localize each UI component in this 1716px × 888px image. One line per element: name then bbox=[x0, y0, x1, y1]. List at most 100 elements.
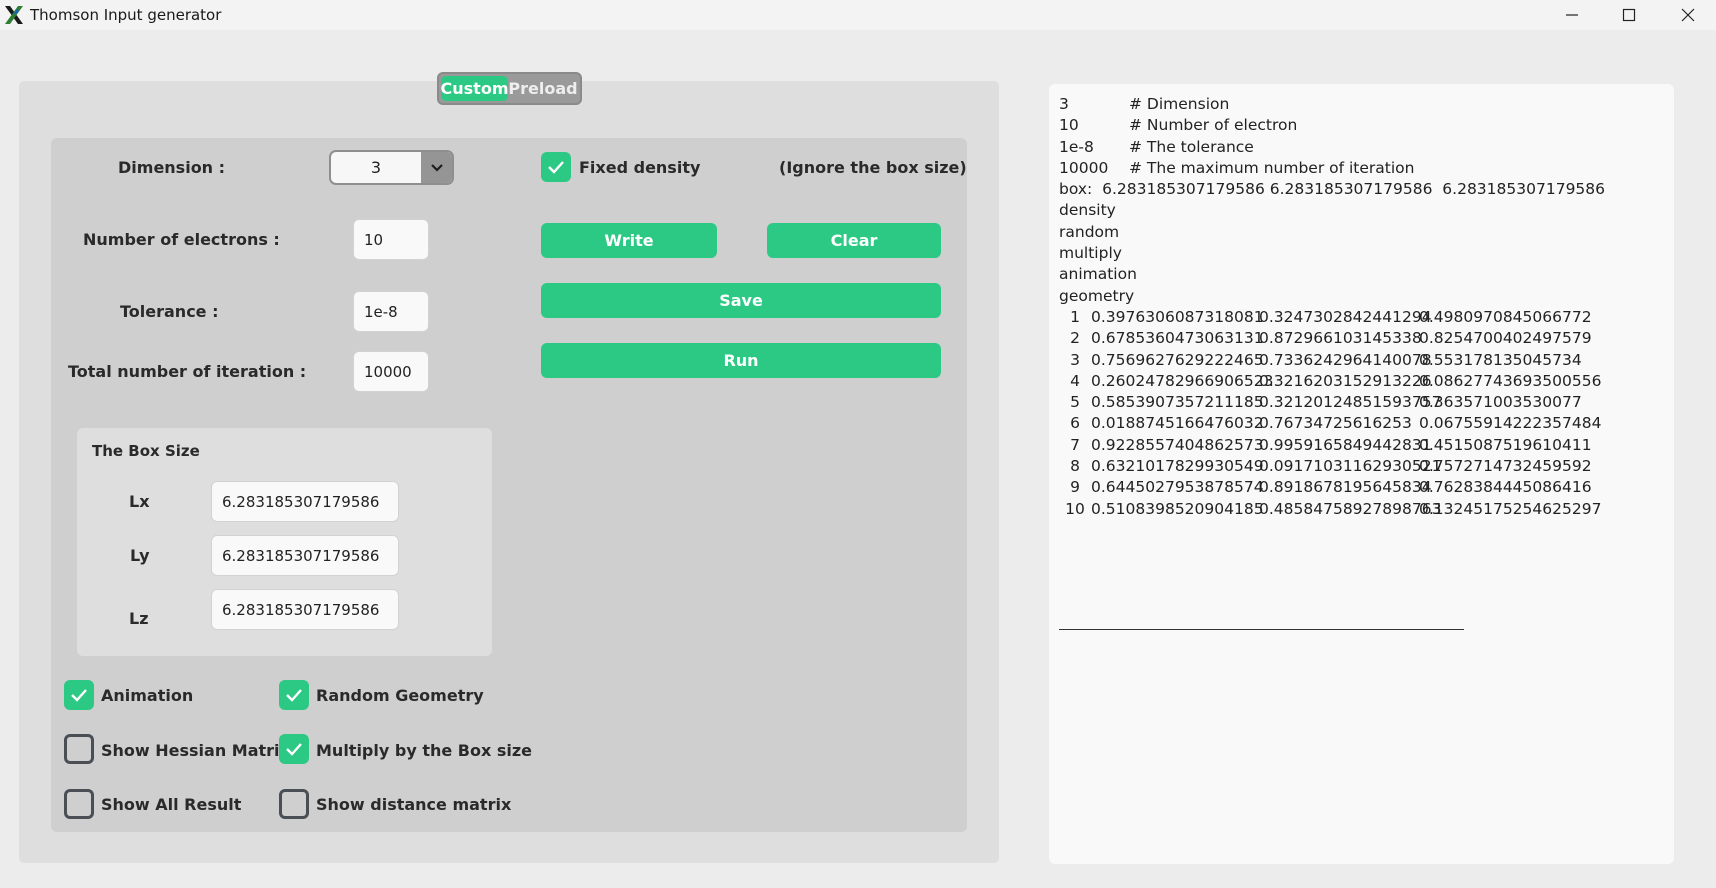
show-all-label: Show All Result bbox=[101, 795, 242, 814]
geometry-row: 3 0.7569627629222465 0.7336242964140078 0.5… bbox=[1059, 350, 1605, 371]
dimension-value: 3 bbox=[370, 158, 382, 177]
multiply-box-checkbox[interactable] bbox=[279, 734, 309, 764]
output-flag: multiply bbox=[1059, 244, 1122, 263]
tolerance-label: Tolerance : bbox=[120, 302, 219, 321]
show-all-checkbox[interactable] bbox=[64, 789, 94, 819]
geometry-index: 5 bbox=[1070, 393, 1080, 412]
geometry-row: 5 0.5853907357211185 0.32120124851593757 0.… bbox=[1059, 392, 1605, 413]
geometry-coordinate: 0.872966103145338 bbox=[1259, 329, 1422, 348]
save-button[interactable]: Save bbox=[541, 283, 941, 318]
dimension-combobox[interactable]: 3 bbox=[329, 150, 454, 185]
geometry-coordinate: 0.3216203152913226 bbox=[1259, 371, 1432, 390]
geometry-index: 1 bbox=[1070, 307, 1080, 326]
random-geometry-checkbox[interactable] bbox=[279, 680, 309, 710]
fixed-density-checkbox[interactable] bbox=[541, 152, 571, 182]
dropdown-button[interactable] bbox=[421, 152, 452, 183]
maximize-icon bbox=[1622, 8, 1636, 22]
animation-checkbox[interactable] bbox=[64, 680, 94, 710]
geometry-coordinate: 0.3976306087318081 bbox=[1091, 307, 1264, 326]
geometry-index: 3 bbox=[1070, 350, 1080, 369]
geometry-coordinate: 0.3247302842441294 bbox=[1259, 307, 1432, 326]
geometry-coordinate: 0.7628384445086416 bbox=[1419, 478, 1592, 497]
multiply-box-label: Multiply by the Box size bbox=[316, 741, 533, 760]
output-line: 1e-8 # The tolerance bbox=[1059, 137, 1254, 156]
geometry-coordinate: 0.8918678195645834 bbox=[1259, 478, 1432, 497]
geometry-row: 2 0.6785360473063131 0.872966103145338 0.82… bbox=[1059, 328, 1605, 349]
output-content: 3 # Dimension 10 # Number of electron 1e-8… bbox=[1059, 94, 1605, 520]
geometry-coordinate: 0.7569627629222465 bbox=[1091, 350, 1264, 369]
geometry-table: 1 0.3976306087318081 0.3247302842441294 0.4… bbox=[1059, 307, 1605, 520]
geometry-coordinate: 0.553178135045734 bbox=[1419, 350, 1582, 369]
geometry-index: 4 bbox=[1070, 371, 1080, 390]
output-flag: density bbox=[1059, 201, 1116, 220]
geometry-coordinate: 0.76734725616253 bbox=[1259, 414, 1412, 433]
geometry-coordinate: 0.48584758927898763 bbox=[1259, 499, 1442, 518]
geometry-index: 2 bbox=[1070, 329, 1080, 348]
ignore-box-note: (Ignore the box size) bbox=[779, 158, 967, 177]
geometry-coordinate: 0.6445027953878574 bbox=[1091, 478, 1264, 497]
ly-input[interactable]: 6.283185307179586 bbox=[211, 535, 399, 576]
output-line: 3 # Dimension bbox=[1059, 95, 1230, 113]
dimension-label: Dimension : bbox=[118, 158, 226, 177]
geometry-coordinate: 0.9228557404862573 bbox=[1091, 435, 1264, 454]
output-line: 10 # Number of electron bbox=[1059, 116, 1298, 135]
output-textbox[interactable]: 3 # Dimension 10 # Number of electron 1e-8… bbox=[1049, 84, 1674, 864]
run-button[interactable]: Run bbox=[541, 343, 941, 378]
tolerance-input[interactable]: 1e-8 bbox=[353, 291, 429, 332]
lx-label: Lx bbox=[129, 492, 150, 511]
geometry-coordinate: 0.13245175254625297 bbox=[1419, 499, 1602, 518]
mode-custom-tab[interactable]: Custom bbox=[441, 76, 508, 101]
close-button[interactable] bbox=[1660, 0, 1716, 30]
geometry-coordinate: 0.5108398520904185 bbox=[1091, 499, 1264, 518]
geometry-row: 7 0.9228557404862573 0.9959165849442831 0.4… bbox=[1059, 435, 1605, 456]
window-title: Thomson Input generator bbox=[30, 6, 222, 24]
minimize-icon bbox=[1566, 14, 1578, 16]
lz-label: Lz bbox=[129, 609, 149, 628]
geometry-coordinate: 0.4980970845066772 bbox=[1419, 307, 1592, 326]
geometry-coordinate: 0.8254700402497579 bbox=[1419, 329, 1592, 348]
output-flag: random bbox=[1059, 222, 1120, 241]
geometry-coordinate: 0.4515087519610411 bbox=[1419, 435, 1592, 454]
fixed-density-label: Fixed density bbox=[579, 158, 701, 177]
geometry-coordinate: 0.7336242964140078 bbox=[1259, 350, 1432, 369]
geometry-row: 10 0.5108398520904185 0.48584758927898763 0… bbox=[1059, 499, 1605, 520]
geometry-index: 8 bbox=[1070, 457, 1080, 476]
electrons-input[interactable]: 10 bbox=[353, 219, 429, 260]
iterations-input[interactable]: 10000 bbox=[353, 351, 429, 392]
write-button[interactable]: Write bbox=[541, 223, 717, 258]
maximize-button[interactable] bbox=[1601, 0, 1657, 30]
output-box-line: box: 6.283185307179586 6.283185307179586… bbox=[1059, 180, 1606, 199]
geometry-coordinate: 0.06755914222357484 bbox=[1419, 414, 1602, 433]
geometry-coordinate: 0.0188745166476032 bbox=[1091, 414, 1264, 433]
geometry-row: 4 0.26024782966906523 0.3216203152913226 0.… bbox=[1059, 371, 1605, 392]
box-size-title: The Box Size bbox=[92, 442, 200, 460]
geometry-row: 6 0.0188745166476032 0.76734725616253 0.067… bbox=[1059, 413, 1605, 434]
clear-button[interactable]: Clear bbox=[767, 223, 941, 258]
geometry-index: 9 bbox=[1070, 478, 1080, 497]
title-bar: Thomson Input generator bbox=[0, 0, 1716, 30]
random-geometry-label: Random Geometry bbox=[316, 686, 484, 705]
electrons-label: Number of electrons : bbox=[83, 230, 280, 249]
show-hessian-checkbox[interactable] bbox=[64, 734, 94, 764]
geometry-coordinate: 0.5853907357211185 bbox=[1091, 393, 1264, 412]
geometry-index: 7 bbox=[1070, 435, 1080, 454]
geometry-coordinate: 0.6785360473063131 bbox=[1091, 329, 1264, 348]
animation-label: Animation bbox=[101, 686, 194, 705]
lx-input[interactable]: 6.283185307179586 bbox=[211, 481, 399, 522]
geometry-coordinate: 0.7572714732459592 bbox=[1419, 457, 1592, 476]
show-distance-label: Show distance matrix bbox=[316, 795, 512, 814]
geometry-coordinate: 0.26024782966906523 bbox=[1091, 371, 1274, 390]
output-line: 10000 # The maximum number of iteration bbox=[1059, 158, 1415, 177]
geometry-row: 8 0.6321017829930549 0.09171031162930521 0.… bbox=[1059, 456, 1605, 477]
checkmark-icon bbox=[286, 689, 302, 702]
output-flag: geometry bbox=[1059, 286, 1135, 305]
x-logo-icon bbox=[5, 6, 23, 24]
geometry-row: 1 0.3976306087318081 0.3247302842441294 0.4… bbox=[1059, 307, 1605, 328]
chevron-down-icon bbox=[430, 163, 443, 172]
mode-preload-tab[interactable]: Preload bbox=[508, 76, 578, 101]
minimize-button[interactable] bbox=[1544, 0, 1600, 30]
lz-input[interactable]: 6.283185307179586 bbox=[211, 589, 399, 630]
show-distance-checkbox[interactable] bbox=[279, 789, 309, 819]
separator-line bbox=[1059, 629, 1464, 630]
geometry-coordinate: 0.32120124851593757 bbox=[1259, 393, 1442, 412]
